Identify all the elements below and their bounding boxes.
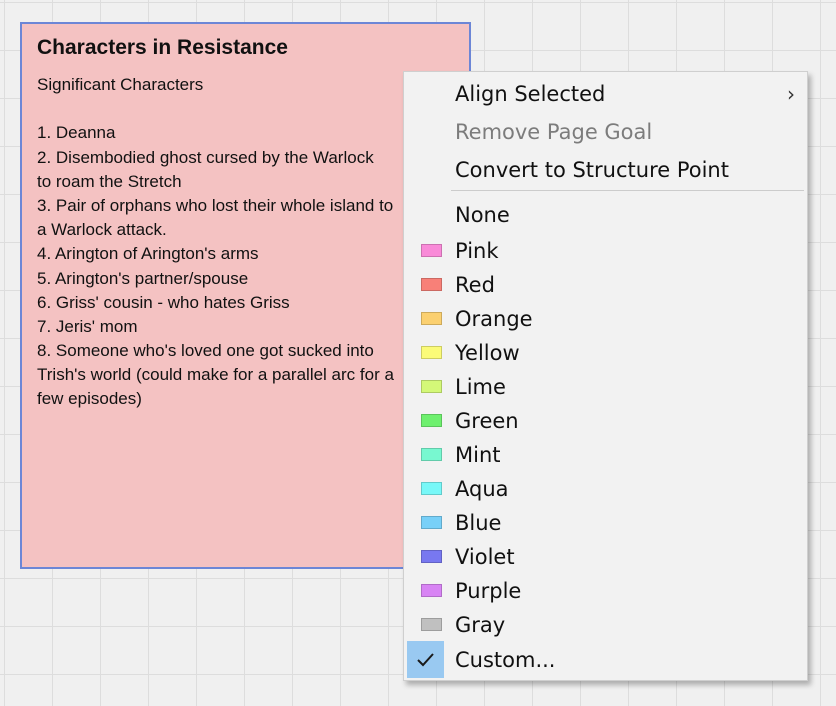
- color-item-gray[interactable]: Gray: [404, 608, 807, 642]
- menu-item-label: Aqua: [455, 477, 509, 501]
- color-swatch-green: [421, 414, 442, 427]
- color-item-violet[interactable]: Violet: [404, 540, 807, 574]
- chevron-right-icon: ›: [787, 82, 795, 106]
- menu-item-label: Red: [455, 273, 495, 297]
- color-item-custom[interactable]: Custom...: [404, 643, 807, 677]
- menu-item-label: Yellow: [455, 341, 520, 365]
- menu-item-convert-to-structure-point[interactable]: Convert to Structure Point: [404, 153, 807, 187]
- color-item-purple[interactable]: Purple: [404, 574, 807, 608]
- color-item-lime[interactable]: Lime: [404, 370, 807, 404]
- context-menu: Align Selected › Remove Page Goal Conver…: [403, 71, 808, 681]
- menu-item-label: Custom...: [455, 648, 556, 672]
- color-swatch-gray: [421, 618, 442, 631]
- color-item-mint[interactable]: Mint: [404, 438, 807, 472]
- color-item-green[interactable]: Green: [404, 404, 807, 438]
- menu-item-label: Blue: [455, 511, 502, 535]
- menu-separator: [451, 190, 804, 191]
- color-swatch-purple: [421, 584, 442, 597]
- card-title: Characters in Resistance: [37, 36, 288, 59]
- color-swatch-aqua: [421, 482, 442, 495]
- menu-item-label: Green: [455, 409, 519, 433]
- color-swatch-mint: [421, 448, 442, 461]
- color-swatch-pink: [421, 244, 442, 257]
- color-item-pink[interactable]: Pink: [404, 234, 807, 268]
- menu-item-label: Align Selected: [455, 82, 606, 106]
- color-swatch-blue: [421, 516, 442, 529]
- menu-item-label: Remove Page Goal: [455, 120, 653, 144]
- color-swatch-lime: [421, 380, 442, 393]
- color-item-red[interactable]: Red: [404, 268, 807, 302]
- color-swatch-red: [421, 278, 442, 291]
- color-item-yellow[interactable]: Yellow: [404, 336, 807, 370]
- color-swatch-violet: [421, 550, 442, 563]
- menu-item-label: Convert to Structure Point: [455, 158, 729, 182]
- menu-item-label: Gray: [455, 613, 506, 637]
- menu-item-remove-page-goal: Remove Page Goal: [404, 115, 807, 149]
- menu-item-label: Lime: [455, 375, 506, 399]
- color-swatch-orange: [421, 312, 442, 325]
- menu-item-label: Mint: [455, 443, 501, 467]
- menu-item-label: Purple: [455, 579, 522, 603]
- menu-item-label: Violet: [455, 545, 515, 569]
- color-swatch-yellow: [421, 346, 442, 359]
- menu-item-label: Pink: [455, 239, 499, 263]
- menu-item-label: None: [455, 203, 510, 227]
- menu-item-label: Orange: [455, 307, 533, 331]
- menu-item-align-selected[interactable]: Align Selected ›: [404, 77, 807, 111]
- color-item-none[interactable]: None: [404, 198, 807, 232]
- color-item-aqua[interactable]: Aqua: [404, 472, 807, 506]
- color-item-blue[interactable]: Blue: [404, 506, 807, 540]
- color-item-orange[interactable]: Orange: [404, 302, 807, 336]
